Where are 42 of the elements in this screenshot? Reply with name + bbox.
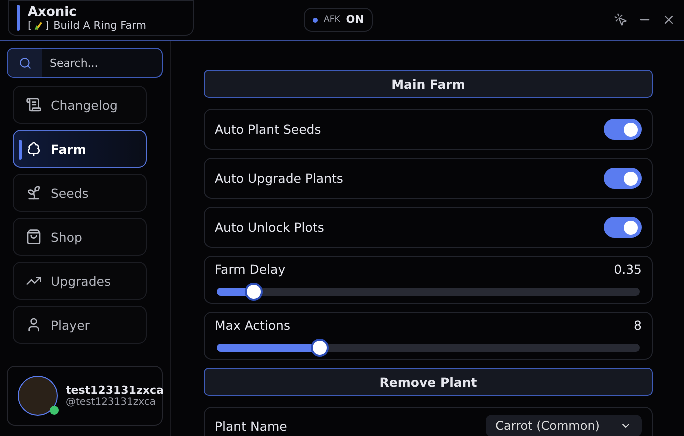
cursor-click-icon[interactable] — [614, 13, 628, 27]
search-field[interactable]: Search... — [42, 56, 162, 70]
sidebar-item[interactable]: Changelog — [13, 86, 147, 124]
setting-label: Auto Unlock Plots — [215, 220, 324, 235]
slider-value: 0.35 — [614, 262, 642, 276]
setting-label: Auto Plant Seeds — [215, 122, 322, 137]
slider-label: Farm Delay — [215, 262, 286, 276]
search-bar[interactable]: Search... — [7, 48, 163, 78]
sidebar-item[interactable]: Farm — [13, 130, 147, 168]
game-name: Build A Ring Farm — [52, 20, 147, 32]
sidebar-item[interactable]: Upgrades — [13, 262, 147, 300]
toggle-switch[interactable] — [604, 119, 642, 140]
afk-indicator[interactable]: AFK ON — [304, 8, 373, 32]
app-title: Axonic — [28, 4, 78, 20]
shopping-bag-icon — [26, 229, 42, 245]
slider-thumb[interactable] — [244, 282, 263, 300]
slider[interactable] — [215, 284, 642, 298]
section-title: Main Farm — [392, 76, 466, 92]
slider[interactable] — [215, 340, 642, 354]
sidebar-item[interactable]: Shop — [13, 218, 147, 256]
sidebar-item[interactable]: Seeds — [13, 174, 147, 212]
sidebar-item[interactable]: Player — [13, 306, 147, 344]
section-title: Remove Plant — [380, 374, 478, 390]
setting-label: Auto Upgrade Plants — [215, 171, 344, 186]
setting-label: Plant Name — [215, 418, 288, 434]
dropdown[interactable]: Carrot (Common) — [486, 415, 642, 436]
username: test123131zxca — [66, 384, 164, 397]
toggle-switch[interactable] — [604, 168, 642, 189]
slider-value: 8 — [634, 318, 642, 332]
user-icon — [26, 317, 42, 333]
close-icon[interactable] — [662, 13, 676, 27]
search-icon — [18, 56, 32, 70]
sprout-icon — [26, 185, 42, 201]
slider-thumb[interactable] — [310, 338, 329, 356]
tree-icon — [26, 141, 42, 157]
bracket: [ — [28, 20, 32, 32]
slider-label: Max Actions — [215, 318, 290, 332]
toggle-switch[interactable] — [604, 217, 642, 238]
corn-icon — [33, 20, 44, 31]
scroll-icon — [26, 97, 42, 113]
bracket: ] — [45, 20, 50, 32]
user-handle: @test123131zxca — [66, 397, 157, 408]
